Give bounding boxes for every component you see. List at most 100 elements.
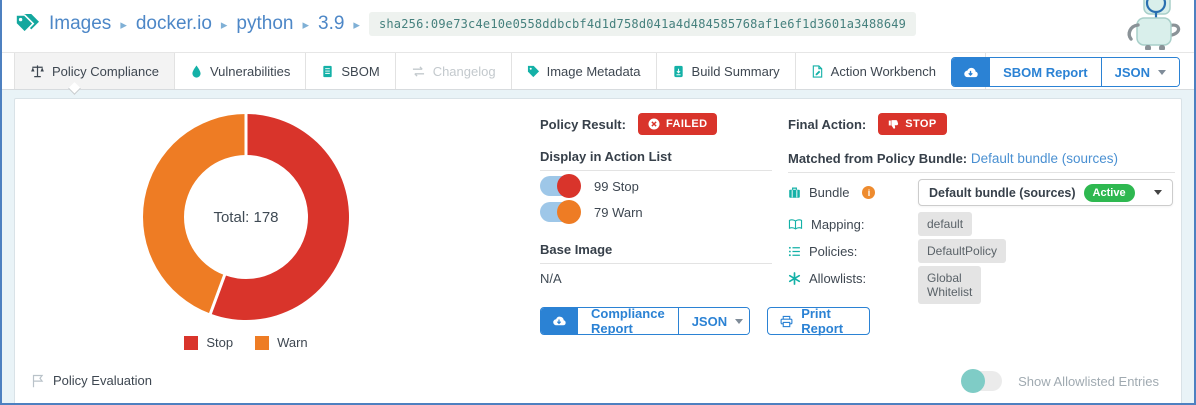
legend-item-warn: Warn — [255, 335, 308, 350]
policy-result-value: FAILED — [666, 118, 708, 130]
bundle-select[interactable]: Default bundle (sources) Active — [918, 179, 1173, 206]
divider — [788, 172, 1175, 173]
policy-evaluation-title: Policy Evaluation — [53, 373, 152, 388]
tab-label: Build Summary — [692, 64, 780, 79]
image-digest-badge: sha256:09e73c4e10e0558ddbcbf4d1d758d041a… — [369, 12, 916, 36]
final-action-label: Final Action: — [788, 117, 866, 132]
tab-image-metadata[interactable]: Image Metadata — [512, 53, 657, 89]
thumbs-down-icon — [888, 119, 899, 130]
warn-display-toggle[interactable] — [540, 202, 580, 222]
action-list-title: Display in Action List — [540, 149, 772, 164]
cloud-download-icon — [962, 66, 979, 79]
warn-color-swatch — [255, 336, 269, 350]
changelog-icon — [411, 65, 426, 78]
policies-label: Policies: — [809, 244, 857, 259]
matched-bundle-label: Matched from Policy Bundle: — [788, 151, 967, 166]
policy-evaluation-section-header: Policy Evaluation — [31, 373, 152, 388]
tab-policy-compliance[interactable]: Policy Compliance — [14, 53, 175, 89]
cloud-download-icon — [551, 315, 567, 327]
policy-compliance-panel: Total: 178 Stop Warn Policy Result: — [14, 98, 1182, 405]
stop-toggle-label: 99 Stop — [594, 179, 639, 194]
show-allowlisted-label: Show Allowlisted Entries — [1018, 374, 1159, 389]
breadcrumb-tag[interactable]: 3.9 — [318, 13, 344, 35]
sbom-report-button[interactable]: SBOM Report — [989, 58, 1101, 86]
tab-sbom[interactable]: SBOM — [306, 53, 395, 89]
tab-label: Action Workbench — [831, 64, 936, 79]
tab-label: Changelog — [433, 64, 496, 79]
breadcrumb-separator-icon: ▸ — [120, 15, 127, 33]
divider — [540, 170, 772, 171]
document-icon — [672, 65, 685, 78]
breadcrumb-repository[interactable]: python — [236, 13, 293, 35]
image-policy-compliance-page: Images ▸ docker.io ▸ python ▸ 3.9 ▸ sha2… — [0, 0, 1196, 405]
tab-label: SBOM — [341, 64, 379, 79]
robot-mascot-icon — [1122, 0, 1186, 50]
circle-x-icon — [648, 118, 660, 130]
page-header: Images ▸ docker.io ▸ python ▸ 3.9 ▸ sha2… — [2, 0, 1194, 52]
mapping-label: Mapping: — [811, 217, 864, 232]
show-allowlisted-toggle[interactable] — [962, 371, 1002, 391]
breadcrumb-separator-icon: ▸ — [302, 15, 309, 33]
legend-item-stop: Stop — [184, 335, 233, 350]
printer-icon — [780, 315, 793, 328]
bundle-select-value: Default bundle (sources) — [929, 186, 1076, 200]
bundle-active-badge: Active — [1084, 184, 1135, 202]
breadcrumb-registry[interactable]: docker.io — [136, 13, 212, 35]
tab-label: Policy Compliance — [52, 64, 159, 79]
sbom-report-button-group: SBOM Report JSON — [951, 57, 1180, 87]
stop-color-swatch — [184, 336, 198, 350]
compliance-report-button-group: Compliance Report JSON — [540, 307, 750, 335]
final-action-value: STOP — [905, 118, 936, 130]
stop-display-toggle[interactable] — [540, 176, 580, 196]
download-sbom-button[interactable] — [952, 58, 989, 86]
policy-result-label: Policy Result: — [540, 117, 626, 132]
donut-svg — [141, 112, 351, 322]
divider — [540, 263, 772, 264]
compliance-json-dropdown[interactable]: JSON — [678, 308, 751, 334]
mapping-value-chip: default — [918, 212, 972, 236]
sbom-icon — [321, 65, 334, 78]
compliance-report-button[interactable]: Compliance Report — [577, 308, 678, 334]
flag-icon — [31, 374, 45, 388]
asterisk-icon — [788, 272, 801, 285]
tab-build-summary[interactable]: Build Summary — [657, 53, 796, 89]
breadcrumb-separator-icon: ▸ — [353, 15, 360, 33]
bundle-label: Bundle — [809, 185, 849, 200]
tags-icon — [14, 11, 40, 37]
tag-icon — [527, 65, 540, 78]
allowlists-label: Allowlists: — [809, 271, 866, 286]
compliance-donut-chart: Total: 178 — [141, 112, 351, 322]
droplet-icon — [190, 65, 203, 78]
allowlisted-toggle-row: Show Allowlisted Entries — [962, 371, 1159, 391]
briefcase-icon — [788, 186, 801, 199]
chevron-down-icon — [1154, 190, 1162, 195]
tab-changelog: Changelog — [396, 53, 512, 89]
tab-vulnerabilities[interactable]: Vulnerabilities — [175, 53, 306, 89]
print-report-button[interactable]: Print Report — [767, 307, 870, 335]
sbom-json-dropdown[interactable]: JSON — [1101, 58, 1179, 86]
chart-legend: Stop Warn — [141, 335, 351, 350]
sbom-json-label: JSON — [1115, 65, 1150, 80]
policies-value-chip: DefaultPolicy — [918, 239, 1006, 263]
breadcrumb-images[interactable]: Images — [49, 13, 111, 35]
scales-icon — [30, 64, 45, 79]
warn-toggle-label: 79 Warn — [594, 205, 643, 220]
compliance-json-label: JSON — [692, 314, 727, 329]
workbench-icon — [811, 65, 824, 78]
chevron-down-icon — [735, 319, 743, 324]
chevron-down-icon — [1158, 70, 1166, 75]
allowlists-value-chip: Global Whitelist — [918, 266, 981, 304]
base-image-title: Base Image — [540, 242, 772, 257]
legend-label: Stop — [206, 335, 233, 350]
breadcrumb-separator-icon: ▸ — [221, 15, 228, 33]
legend-label: Warn — [277, 335, 308, 350]
breadcrumb: Images ▸ docker.io ▸ python ▸ 3.9 ▸ sha2… — [14, 11, 916, 37]
tab-label: Image Metadata — [547, 64, 641, 79]
policy-result-badge[interactable]: FAILED — [638, 113, 718, 135]
print-report-label: Print Report — [801, 306, 857, 336]
final-action-badge[interactable]: STOP — [878, 113, 946, 135]
matched-bundle-link[interactable]: Default bundle (sources) — [971, 151, 1118, 166]
base-image-value: N/A — [540, 271, 562, 286]
download-compliance-report-button[interactable] — [541, 308, 577, 334]
info-icon[interactable] — [862, 186, 875, 199]
